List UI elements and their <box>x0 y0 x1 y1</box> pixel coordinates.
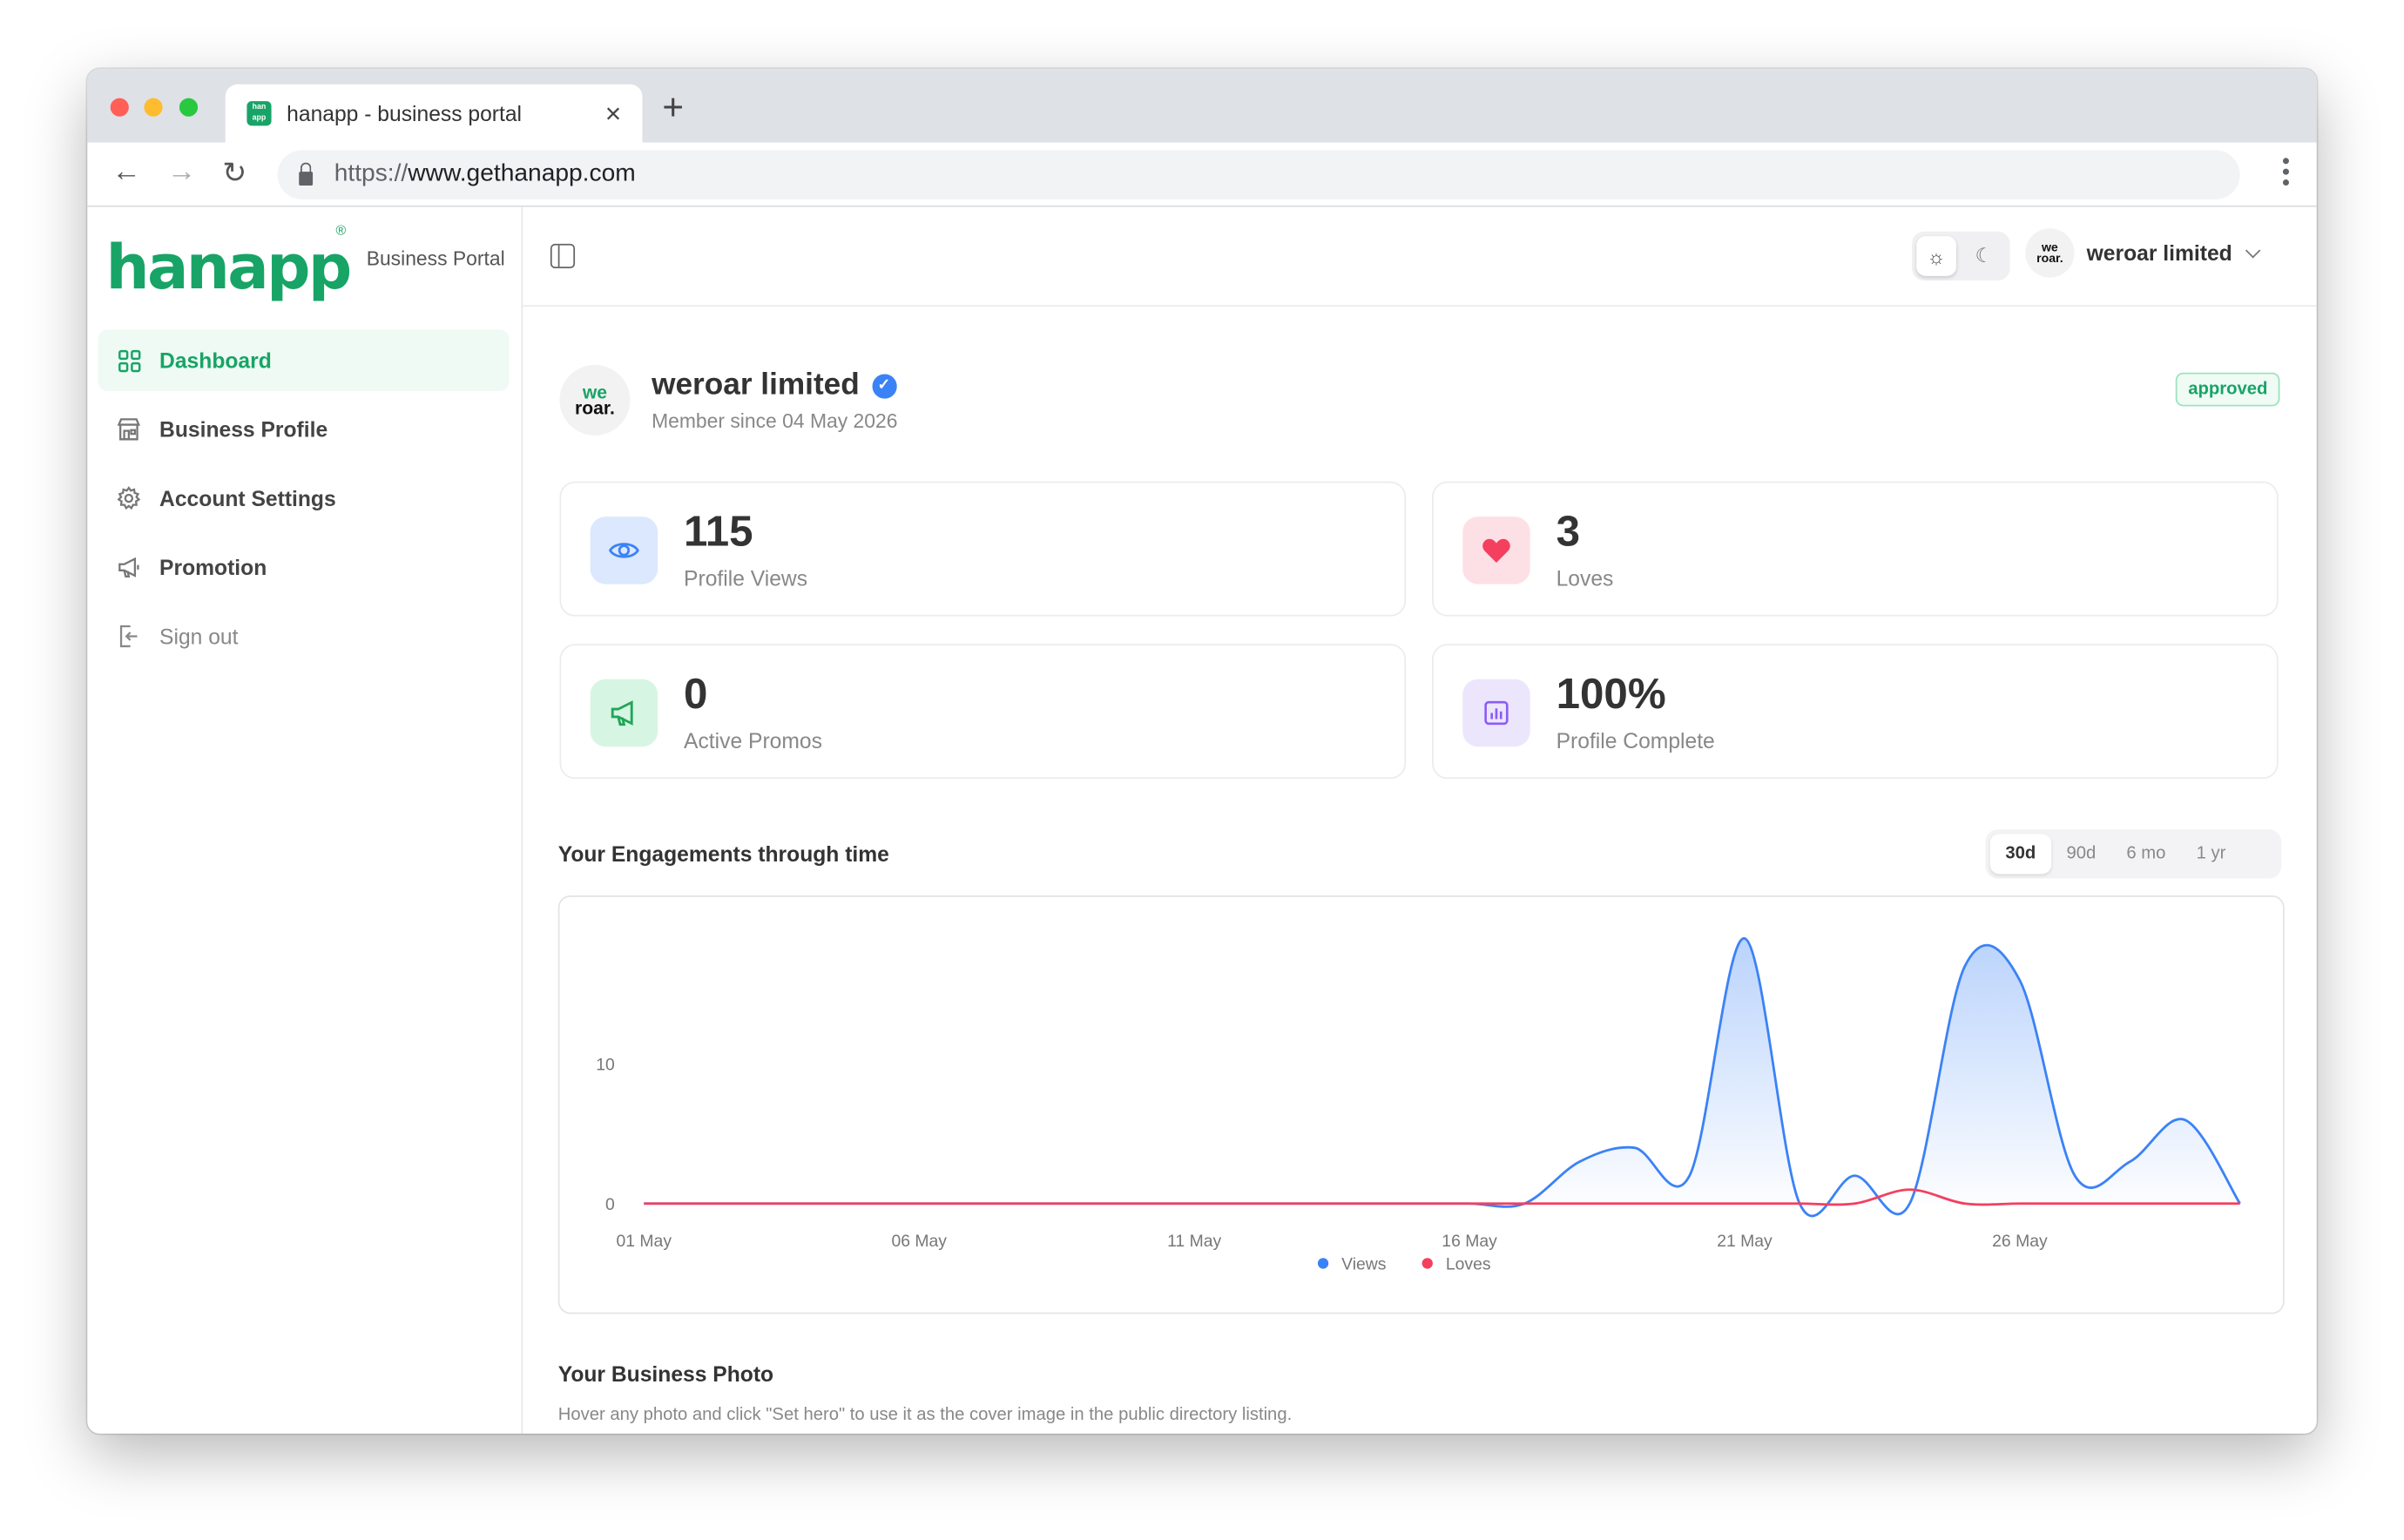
stat-label: Profile Complete <box>1556 728 1715 753</box>
stat-value: 100% <box>1556 670 1666 718</box>
sidebar-item-label: Promotion <box>159 555 267 580</box>
verified-icon: ✓ <box>871 373 897 398</box>
reload-icon[interactable]: ↻ <box>222 157 246 192</box>
business-name: weroar limited <box>652 368 860 402</box>
stat-card-active-promos: 0 Active Promos <box>559 644 1407 780</box>
stat-card-profile-views: 115 Profile Views <box>559 481 1407 617</box>
range-selector: 30d 90d 6 mo 1 yr <box>1985 829 2282 879</box>
close-tab-icon[interactable]: × <box>599 98 627 130</box>
x-tick-label: 01 May <box>617 1232 672 1251</box>
x-tick-label: 26 May <box>1992 1232 2048 1251</box>
stat-card-loves: 3 Loves <box>1432 481 2279 617</box>
gear-icon <box>117 486 141 510</box>
sidebar-item-label: Business Profile <box>159 416 328 442</box>
business-avatar: we roar. <box>559 364 631 436</box>
maximize-window-button[interactable] <box>179 98 199 117</box>
url-text: https://www.gethanapp.com <box>334 160 636 187</box>
y-tick-label: 0 <box>605 1195 615 1214</box>
status-badge: approved <box>2176 372 2280 407</box>
engagement-chart-svg: 0 10 01 May 06 May 11 May 16 May 21 May 26 May V… <box>596 937 2241 1273</box>
moon-icon[interactable]: ☾ <box>1964 236 2004 276</box>
legend-label-views: Views <box>1341 1254 1386 1273</box>
stat-value: 115 <box>684 507 753 556</box>
url-input[interactable]: https://www.gethanapp.com <box>277 150 2240 199</box>
sidebar-item-label: Dashboard <box>159 348 272 373</box>
stat-value: 0 <box>684 670 708 718</box>
grid-icon <box>117 348 141 373</box>
sidebar-item-promotion[interactable]: Promotion <box>98 537 510 598</box>
legend-marker-loves <box>1421 1258 1433 1269</box>
legend-marker-views <box>1317 1258 1329 1269</box>
user-name: weroar limited <box>2086 240 2232 266</box>
stat-label: Active Promos <box>684 728 822 753</box>
minimize-window-button[interactable] <box>144 98 163 117</box>
chevron-down-icon <box>2245 242 2261 258</box>
sun-icon[interactable]: ☼ <box>1916 236 1957 276</box>
engagement-title: Your Engagements through time <box>557 841 889 867</box>
portal-label: Business Portal <box>366 247 505 270</box>
series-area-views <box>644 938 2240 1217</box>
new-tab-icon[interactable]: + <box>662 90 684 127</box>
eye-icon <box>590 517 658 584</box>
close-window-button[interactable] <box>110 98 129 117</box>
megaphone-icon <box>590 679 658 747</box>
sidebar-item-account-settings[interactable]: Account Settings <box>98 468 510 529</box>
browser-window: han app hanapp - business portal × + ← → … <box>87 69 2317 1434</box>
tab-title: hanapp - business portal <box>287 101 523 126</box>
theme-toggle[interactable]: ☼ ☾ <box>1911 231 2010 281</box>
x-tick-label: 06 May <box>891 1232 947 1251</box>
x-tick-label: 16 May <box>1442 1232 1497 1251</box>
bar-chart-icon <box>1462 679 1530 747</box>
x-tick-label: 11 May <box>1167 1232 1221 1251</box>
range-6mo[interactable]: 6 mo <box>2111 834 2181 875</box>
hanapp-favicon-icon: han app <box>246 101 272 126</box>
profile-header: we roar. weroar limited ✓ Member since 04… <box>559 364 898 436</box>
browser-tab[interactable]: han app hanapp - business portal × <box>225 84 643 143</box>
collapse-sidebar-icon[interactable] <box>550 243 576 269</box>
app-root: hanapp ® Business Portal Dashboard Busin… <box>87 206 2317 1434</box>
brand[interactable]: hanapp <box>105 213 352 306</box>
business-photo-title: Your Business Photo <box>557 1361 774 1387</box>
range-30d[interactable]: 30d <box>1989 834 2051 875</box>
address-bar: ← → ↻ https://www.gethanapp.com <box>87 142 2317 207</box>
range-90d[interactable]: 90d <box>2051 834 2111 875</box>
sidebar-item-label: Account Settings <box>159 485 336 511</box>
stat-label: Loves <box>1556 565 1614 591</box>
x-tick-label: 21 May <box>1717 1232 1773 1251</box>
user-menu[interactable]: we roar. weroar limited <box>2025 228 2261 278</box>
avatar: we roar. <box>2025 228 2075 278</box>
range-1yr[interactable]: 1 yr <box>2181 834 2241 875</box>
main-content: we roar. weroar limited ✓ Member since 04… <box>523 307 2316 1434</box>
sidebar-item-business-profile[interactable]: Business Profile <box>98 399 510 460</box>
logo-text: hanapp <box>105 233 352 304</box>
y-tick-label: 10 <box>596 1056 615 1075</box>
megaphone-icon <box>117 555 141 579</box>
registered-mark: ® <box>335 222 347 238</box>
sidebar-item-sign-out[interactable]: Sign out <box>98 605 510 666</box>
stat-value: 3 <box>1556 507 1581 556</box>
sidebar: hanapp ® Business Portal Dashboard Busin… <box>87 206 523 1434</box>
engagement-chart: 0 10 01 May 06 May 11 May 16 May 21 May 26 May V… <box>557 895 2285 1314</box>
stat-label: Profile Views <box>684 565 808 591</box>
lock-icon <box>299 161 314 186</box>
legend-label-loves: Loves <box>1446 1254 1491 1273</box>
top-bar: ☼ ☾ we roar. weroar limited <box>523 207 2317 307</box>
browser-menu-icon[interactable] <box>2282 158 2289 190</box>
back-arrow-icon[interactable]: ← <box>111 157 140 191</box>
heart-icon <box>1462 517 1530 584</box>
business-photo-help: Hover any photo and click "Set hero" to … <box>557 1406 1293 1425</box>
stat-card-profile-complete: 100% Profile Complete <box>1432 644 2279 780</box>
sidebar-item-dashboard[interactable]: Dashboard <box>98 329 510 391</box>
sign-out-icon <box>117 624 141 648</box>
browser-titlebar: han app hanapp - business portal × + <box>87 69 2317 143</box>
member-since: Member since 04 May 2026 <box>652 409 898 433</box>
forward-arrow-icon[interactable]: → <box>167 157 196 191</box>
storefront-icon <box>117 417 141 442</box>
sidebar-item-label: Sign out <box>159 624 239 649</box>
